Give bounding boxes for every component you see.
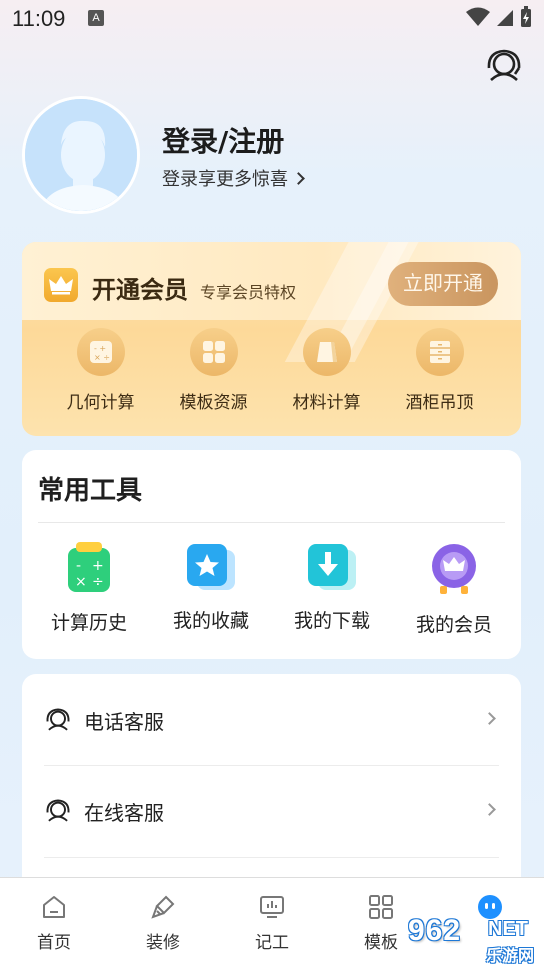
tab-label: 首页 bbox=[37, 933, 71, 953]
wifi-icon bbox=[466, 7, 490, 26]
headset-icon bbox=[46, 799, 70, 822]
vip-subtitle: 专享会员特权 bbox=[200, 283, 297, 302]
headset-icon bbox=[487, 49, 521, 81]
tab-label: 模板 bbox=[364, 933, 398, 953]
phone-service-row[interactable]: 电话客服 bbox=[44, 690, 502, 750]
signal-icon bbox=[497, 10, 513, 26]
watermark-text: 乐游网 bbox=[486, 946, 535, 965]
battery-icon bbox=[521, 6, 531, 27]
home-icon bbox=[43, 896, 65, 918]
vip-card-header: 开通会员 专享会员特权 立即开通 bbox=[22, 242, 521, 362]
chevron-right-icon bbox=[292, 171, 305, 185]
service-label: 电话客服 bbox=[84, 709, 164, 734]
brush-icon bbox=[151, 895, 175, 919]
open-vip-button[interactable]: 立即开通 bbox=[388, 262, 498, 306]
vip-item-templates[interactable]: 模板资源 bbox=[157, 328, 270, 413]
vip-benefits: - + × ÷ 几何计算 模板资源 材料计算 酒柜吊顶 bbox=[22, 328, 521, 413]
avatar[interactable] bbox=[22, 96, 140, 214]
tab-label: 记工 bbox=[255, 933, 289, 953]
svg-text:+: + bbox=[92, 558, 104, 574]
tool-favorites[interactable]: 我的收藏 bbox=[151, 542, 271, 633]
grid-icon bbox=[369, 895, 393, 919]
service-label: 在线客服 bbox=[84, 800, 164, 825]
tab-decoration[interactable]: 装修 bbox=[123, 894, 203, 953]
service-card: 电话客服 在线客服 bbox=[22, 674, 521, 894]
default-avatar-icon bbox=[25, 99, 137, 211]
tool-label: 我的会员 bbox=[415, 614, 492, 636]
online-service-row[interactable]: 在线客服 bbox=[44, 781, 502, 841]
divider bbox=[38, 522, 505, 523]
common-tools-card: 常用工具 - + × ÷ 计算历史 我的收藏 我的下载 我的会员 bbox=[22, 450, 521, 659]
login-subtitle-link[interactable]: 登录享更多惊喜 bbox=[162, 165, 305, 191]
svg-text:÷: ÷ bbox=[92, 574, 104, 590]
vip-item-cabinet[interactable]: 酒柜吊顶 bbox=[383, 328, 496, 413]
notification-badge-icon: A bbox=[88, 10, 104, 26]
vip-item-label: 酒柜吊顶 bbox=[405, 393, 474, 413]
status-time: 11:09 bbox=[12, 6, 66, 31]
headset-icon bbox=[46, 708, 70, 731]
star-icon bbox=[187, 544, 235, 590]
board-icon bbox=[302, 328, 351, 376]
vip-crown-icon bbox=[432, 544, 476, 594]
tool-calc-history[interactable]: - + × ÷ 计算历史 bbox=[29, 542, 149, 635]
calculator-icon: - + × ÷ bbox=[76, 328, 125, 376]
status-bar: 11:09 A bbox=[0, 0, 544, 36]
tool-label: 我的收藏 bbox=[172, 610, 249, 632]
tool-label: 计算历史 bbox=[50, 612, 127, 634]
tool-membership[interactable]: 我的会员 bbox=[394, 542, 514, 637]
vip-item-materials[interactable]: 材料计算 bbox=[270, 328, 383, 413]
cabinet-icon bbox=[415, 328, 464, 376]
tab-label: 装修 bbox=[146, 933, 180, 953]
crown-icon bbox=[44, 268, 78, 302]
login-subtitle: 登录享更多惊喜 bbox=[162, 169, 288, 190]
calc-history-icon: - + × ÷ bbox=[68, 542, 110, 592]
vip-item-label: 模板资源 bbox=[179, 393, 248, 413]
tab-home[interactable]: 首页 bbox=[14, 894, 94, 953]
svg-text:-: - bbox=[76, 558, 81, 574]
download-icon bbox=[308, 544, 356, 590]
vip-title: 开通会员 bbox=[92, 276, 188, 304]
login-register-link[interactable]: 登录/注册 bbox=[162, 120, 284, 160]
customer-service-button[interactable] bbox=[484, 46, 524, 86]
tab-worklog[interactable]: 记工 bbox=[232, 894, 312, 953]
chevron-right-icon bbox=[483, 712, 496, 725]
status-icons bbox=[466, 6, 532, 28]
chevron-right-icon bbox=[483, 803, 496, 816]
tool-label: 我的下载 bbox=[293, 610, 370, 632]
vip-item-label: 材料计算 bbox=[292, 393, 361, 413]
watermark-net: NET bbox=[488, 918, 528, 940]
svg-text:- +: - + bbox=[94, 344, 106, 353]
vip-card: 开通会员 专享会员特权 立即开通 - +× ÷ 几何计算 模板资源 材料计算 bbox=[22, 242, 521, 436]
tool-downloads[interactable]: 我的下载 bbox=[272, 542, 392, 633]
vip-item-label: 几何计算 bbox=[66, 393, 135, 413]
svg-text:× ÷: × ÷ bbox=[94, 353, 110, 362]
divider bbox=[44, 765, 499, 766]
svg-text:×: × bbox=[75, 574, 87, 590]
divider bbox=[44, 857, 499, 858]
chart-board-icon bbox=[260, 896, 284, 918]
grid-icon bbox=[189, 328, 238, 376]
watermark-number: 962 bbox=[408, 914, 462, 947]
vip-item-geometry[interactable]: - + × ÷ 几何计算 bbox=[44, 328, 157, 413]
site-watermark: 962 NET 乐游网 bbox=[408, 914, 544, 965]
tools-title: 常用工具 bbox=[38, 476, 143, 506]
